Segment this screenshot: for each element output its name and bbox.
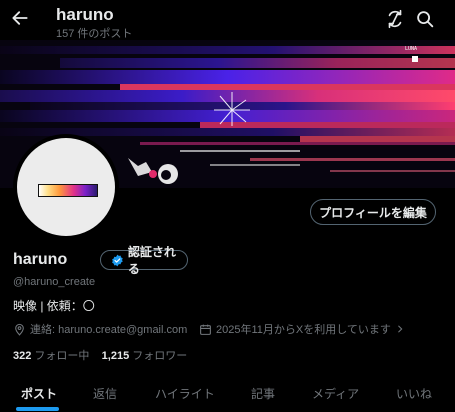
contact-info: 連絡: haruno.create@gmail.com — [13, 321, 187, 337]
chevron-right-icon — [398, 325, 403, 333]
get-verified-button[interactable]: 認証される — [100, 245, 188, 276]
calendar-icon — [200, 324, 211, 335]
follow-stats: 322 フォロー中 1,215 フォロワー — [13, 347, 187, 363]
arrow-left-icon[interactable] — [10, 8, 30, 28]
profile-tabs: ポスト 返信 ハイライト 記事 メディア いいね — [0, 376, 455, 412]
verify-label: 認証される — [127, 245, 176, 276]
contact-text: 連絡: haruno.create@gmail.com — [30, 324, 188, 336]
tab-media[interactable]: メディア — [312, 385, 359, 402]
search-icon[interactable] — [414, 8, 436, 30]
profile-bio: 映像 | 依頼：〇 — [13, 299, 95, 313]
profile-handle: @haruno_create — [13, 276, 96, 288]
avatar-logo — [38, 184, 98, 197]
tab-replies[interactable]: 返信 — [93, 385, 117, 402]
tab-highlights[interactable]: ハイライト — [155, 385, 215, 402]
refresh-icon[interactable] — [384, 8, 406, 30]
tab-likes[interactable]: いいね — [396, 385, 432, 402]
join-date-text: 2025年11月からXを利用しています — [216, 324, 391, 336]
location-icon — [15, 323, 24, 336]
join-date[interactable]: 2025年11月からXを利用しています — [199, 321, 405, 337]
top-bar: haruno 157 件のポスト — [0, 0, 455, 40]
profile-name: haruno — [13, 251, 68, 268]
following-link[interactable]: 322 フォロー中 — [13, 350, 89, 362]
page-title: haruno — [56, 5, 114, 24]
edit-profile-button[interactable]: プロフィールを編集 — [310, 199, 436, 225]
post-count: 157 件のポスト — [56, 28, 133, 40]
avatar-image — [17, 138, 115, 236]
avatar[interactable] — [13, 134, 119, 240]
tab-posts[interactable]: ポスト — [21, 385, 57, 402]
followers-link[interactable]: 1,215 フォロワー — [102, 350, 188, 362]
active-tab-indicator — [16, 407, 59, 411]
verified-icon — [112, 254, 123, 266]
banner-text: LUNA — [405, 46, 417, 52]
tab-articles[interactable]: 記事 — [251, 385, 275, 402]
